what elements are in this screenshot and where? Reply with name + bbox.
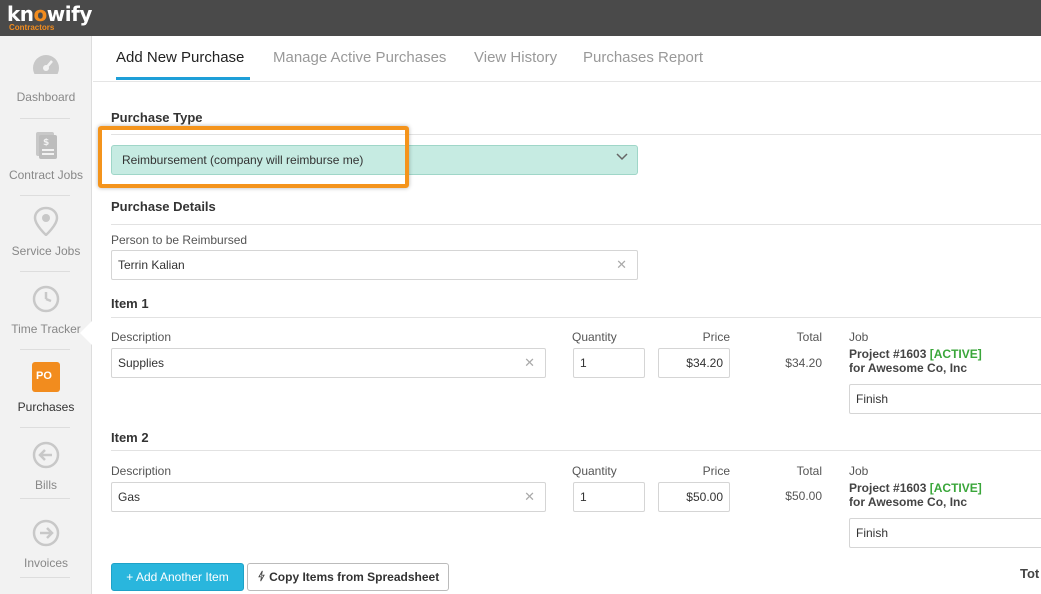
status-badge: [ACTIVE]: [929, 347, 982, 361]
sidebar-item-label: Bills: [34, 478, 57, 492]
description-label: Description: [111, 330, 172, 344]
quantity-label: Quantity: [572, 464, 617, 478]
purchase-type-title: Purchase Type: [111, 110, 203, 125]
divider: [20, 498, 70, 499]
po-icon: PO: [32, 362, 60, 392]
divider: [20, 118, 70, 119]
map-pin-icon: [33, 206, 59, 236]
sidebar-item-contract-jobs[interactable]: $ Contract Jobs: [0, 120, 92, 196]
person-value: Terrin Kalian: [118, 258, 185, 272]
po-badge: PO: [36, 370, 52, 382]
item-1-quantity-field[interactable]: 1: [573, 348, 645, 378]
sidebar-item-label: Contract Jobs: [8, 168, 84, 182]
sidebar-item-label: Service Jobs: [11, 244, 81, 258]
item-2-description-field[interactable]: Gas ✕: [111, 482, 546, 512]
item-2-description: Gas: [118, 490, 141, 504]
quantity-label: Quantity: [572, 330, 617, 344]
item-1-description: Supplies: [118, 356, 165, 370]
sidebar-item-service-jobs[interactable]: Service Jobs: [0, 196, 92, 272]
job-project: Project #1603: [849, 347, 927, 361]
job-client: for Awesome Co, Inc: [849, 361, 968, 375]
job-label: Job: [849, 464, 869, 478]
copy-items-label: Copy Items from Spreadsheet: [269, 570, 440, 584]
item-2-job[interactable]: Project #1603 [ACTIVE] for Awesome Co, I…: [849, 481, 982, 509]
divider: [20, 271, 70, 272]
divider: [20, 577, 70, 578]
sidebar-item-label: Time Tracker: [11, 322, 81, 336]
total-summary-label: Tot: [1020, 566, 1040, 581]
person-field[interactable]: Terrin Kalian ✕: [111, 250, 638, 280]
sidebar-item-dashboard[interactable]: Dashboard: [0, 42, 92, 118]
divider: [111, 450, 1041, 451]
active-nav-caret: [80, 320, 93, 346]
sidebar-item-label: Purchases: [17, 400, 75, 414]
sidebar-item-invoices[interactable]: Invoices: [0, 508, 92, 584]
clear-icon[interactable]: ✕: [616, 251, 627, 279]
sidebar-item-bills[interactable]: Bills: [0, 430, 92, 506]
sidebar: Dashboard $ Contract Jobs Service Jobs T…: [0, 36, 92, 594]
svg-text:$: $: [43, 138, 49, 148]
tab-add-new-purchase[interactable]: Add New Purchase: [116, 49, 244, 66]
tab-bar: Add New Purchase Manage Active Purchases…: [93, 36, 1041, 82]
sidebar-item-label: Dashboard: [16, 90, 76, 104]
divider: [111, 317, 1041, 318]
arrow-left-circle-icon: [32, 441, 60, 469]
item-1-total: $34.20: [785, 356, 822, 370]
item-2-title: Item 2: [111, 430, 149, 445]
copy-items-button[interactable]: Copy Items from Spreadsheet: [247, 563, 449, 591]
chevron-down-icon: [616, 153, 628, 161]
divider: [20, 349, 70, 350]
clear-icon[interactable]: ✕: [524, 483, 535, 511]
clock-icon: [32, 285, 60, 313]
active-tab-indicator: [116, 77, 250, 80]
item-1-phase-select[interactable]: Finish: [849, 384, 1041, 414]
price-label: Price: [702, 330, 730, 344]
top-bar: knowify Contractors: [0, 0, 1041, 36]
sidebar-item-time-tracker[interactable]: Time Tracker: [0, 274, 92, 350]
item-1-title: Item 1: [111, 296, 149, 311]
item-2-quantity-field[interactable]: 1: [573, 482, 645, 512]
status-badge: [ACTIVE]: [929, 481, 982, 495]
total-label: Total: [796, 464, 822, 478]
lightning-icon: [257, 570, 265, 582]
tab-purchases-report[interactable]: Purchases Report: [583, 49, 703, 66]
item-1-description-field[interactable]: Supplies ✕: [111, 348, 546, 378]
arrow-right-circle-icon: [32, 519, 60, 547]
speedometer-icon: [33, 55, 59, 82]
item-2-price-field[interactable]: $50.00: [658, 482, 730, 512]
logo-subtitle: Contractors: [9, 23, 55, 32]
tab-view-history[interactable]: View History: [474, 49, 557, 66]
item-1-job[interactable]: Project #1603 [ACTIVE] for Awesome Co, I…: [849, 347, 982, 375]
item-2-total: $50.00: [785, 489, 822, 503]
sidebar-item-label: Invoices: [23, 556, 69, 570]
logo[interactable]: knowify: [7, 3, 92, 25]
tab-manage-active-purchases[interactable]: Manage Active Purchases: [273, 49, 446, 66]
job-project: Project #1603: [849, 481, 927, 495]
description-label: Description: [111, 464, 172, 478]
person-label: Person to be Reimbursed: [111, 233, 248, 247]
sidebar-item-purchases[interactable]: PO Purchases: [0, 352, 92, 428]
job-client: for Awesome Co, Inc: [849, 495, 968, 509]
item-1-price-field[interactable]: $34.20: [658, 348, 730, 378]
total-label: Total: [796, 330, 822, 344]
highlight-box: [98, 126, 409, 188]
divider: [111, 224, 1041, 225]
divider: [20, 427, 70, 428]
purchase-details-title: Purchase Details: [111, 199, 216, 214]
price-label: Price: [702, 464, 730, 478]
add-another-item-button[interactable]: + Add Another Item: [111, 563, 244, 591]
clear-icon[interactable]: ✕: [524, 349, 535, 377]
document-icon: $: [36, 132, 57, 159]
item-2-phase-select[interactable]: Finish: [849, 518, 1041, 548]
job-label: Job: [849, 330, 869, 344]
